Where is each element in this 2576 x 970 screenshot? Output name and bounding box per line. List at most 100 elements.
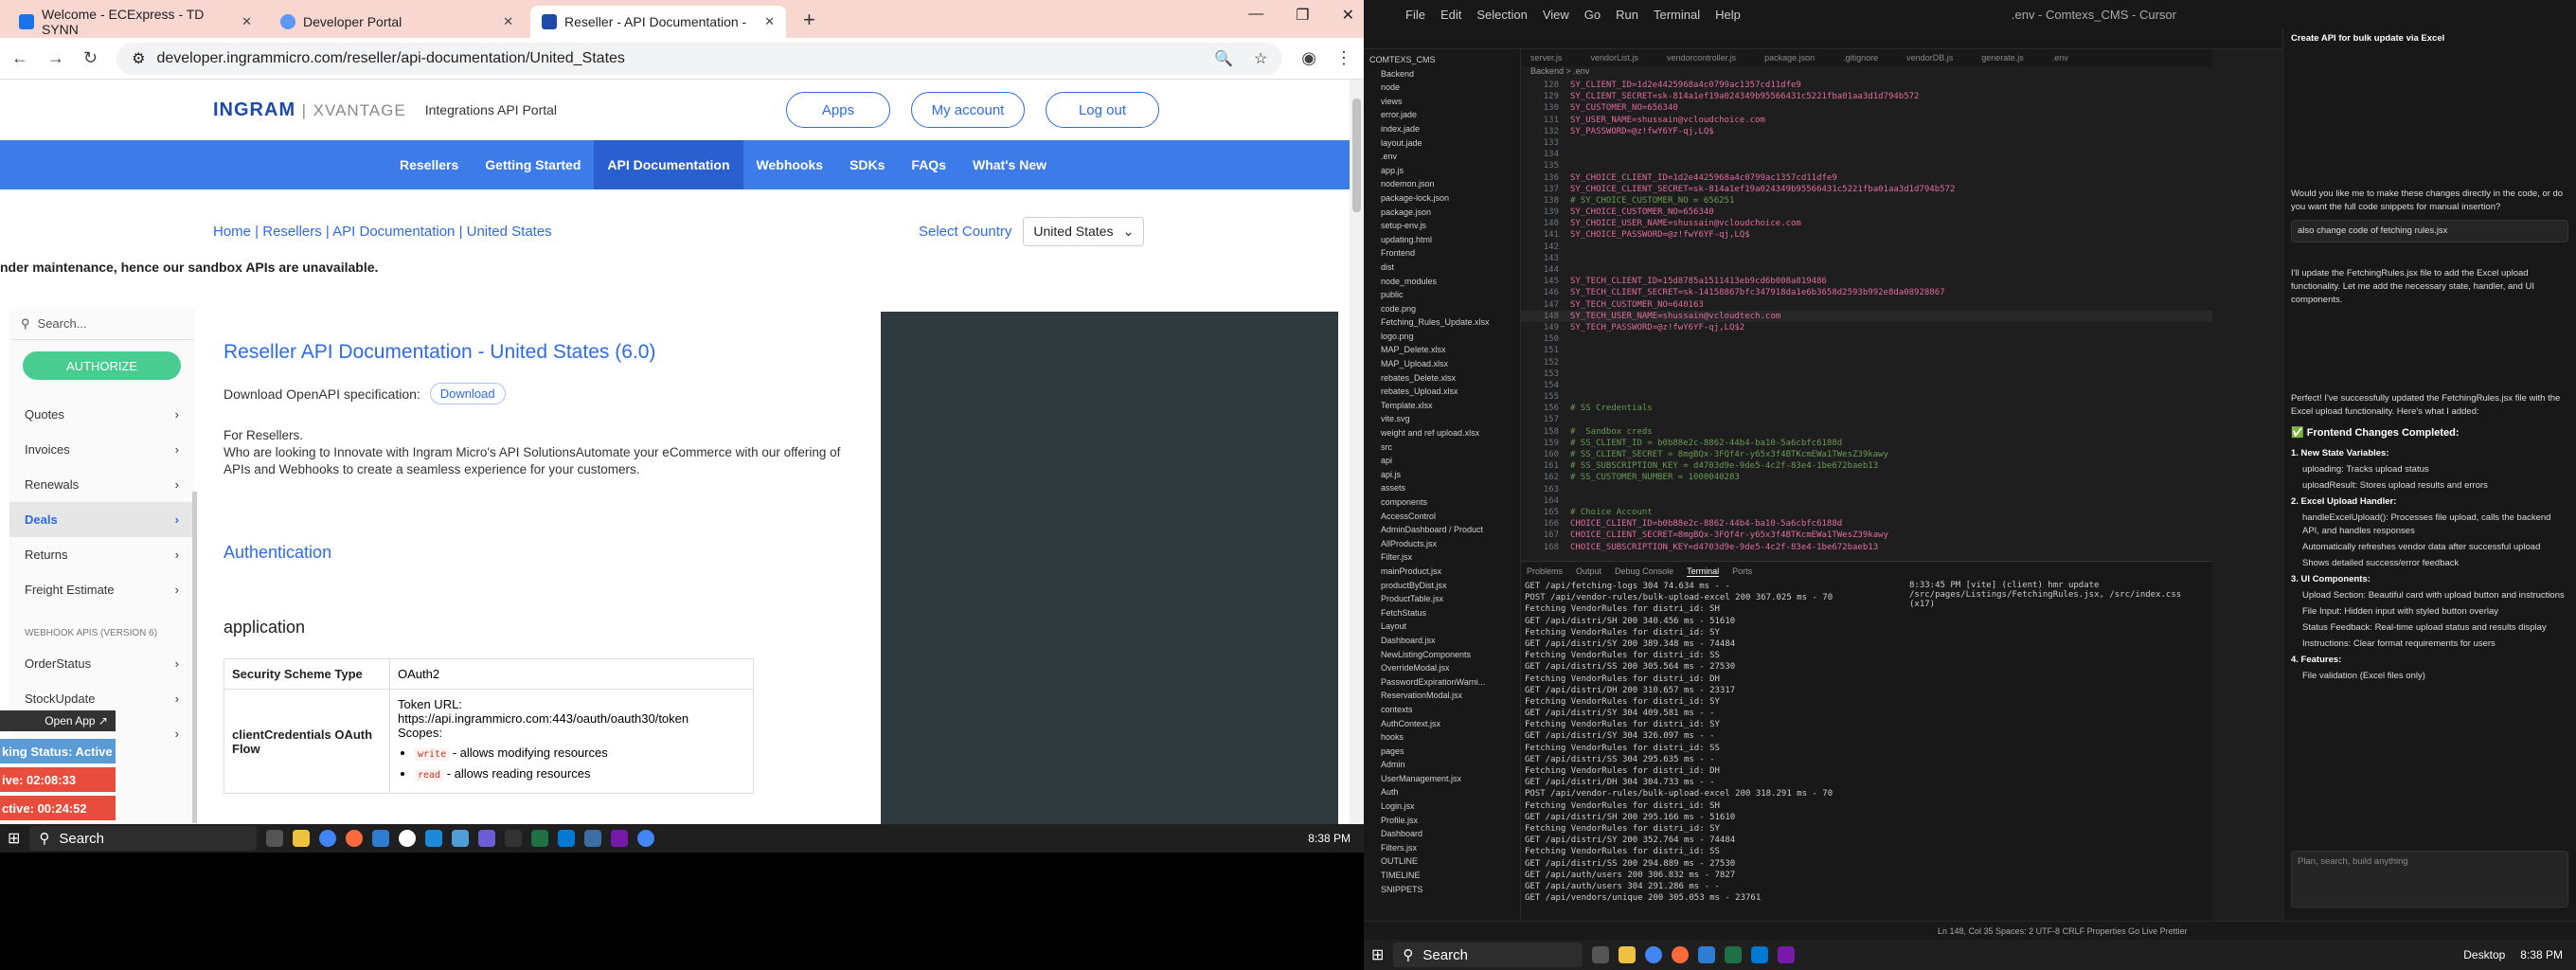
explorer-item[interactable]: Dashboard [1364,827,1520,841]
vscode-icon[interactable] [1751,946,1769,963]
sidebar-scrollbar[interactable] [192,492,197,823]
menu-go[interactable]: Go [1584,8,1601,22]
explorer-item[interactable]: Dashboard.jsx [1364,634,1520,648]
app-icon[interactable] [399,830,417,847]
explorer-item[interactable]: Frontend [1364,246,1520,260]
explorer-item[interactable]: error.jade [1364,108,1520,122]
explorer-item[interactable]: Auth [1364,785,1520,799]
app-icon[interactable] [1698,946,1716,963]
explorer-item[interactable]: FetchStatus [1364,606,1520,620]
onenote-icon[interactable] [611,830,629,847]
explorer-item[interactable]: updating.html [1364,233,1520,247]
explorer-item[interactable]: weight and ref upload.xlsx [1364,426,1520,440]
explorer-item[interactable]: Login.jsx [1364,799,1520,814]
app-icon[interactable] [452,830,470,847]
nav-sdks[interactable]: SDKs [836,140,898,189]
editor-tab[interactable]: generate.js [1981,53,2024,63]
file-explorer-icon[interactable] [293,830,311,847]
close-tab-icon[interactable]: ✕ [242,14,252,29]
nav-getting-started[interactable]: Getting Started [472,140,594,189]
back-icon[interactable]: ← [11,48,28,68]
app-icon[interactable] [372,830,390,847]
explorer-item[interactable]: .env [1364,150,1520,164]
editor-tab[interactable]: vendorList.js [1591,53,1639,63]
explorer-item[interactable]: logo.png [1364,330,1520,344]
panel-tab[interactable]: Problems [1527,566,1563,576]
menu-help[interactable]: Help [1715,8,1741,22]
log-out-button[interactable]: Log out [1046,92,1159,128]
task-view-icon[interactable] [1592,946,1610,963]
terminal-frontend[interactable]: 8:33:45 PM [vite] (client) hmr update /s… [1909,581,2193,609]
editor-tab[interactable]: package.json [1764,53,1815,63]
explorer-item[interactable]: Fetching_Rules_Update.xlsx [1364,315,1520,330]
editor-tab[interactable]: .gitignore [1843,53,1878,63]
panel-tab[interactable]: Output [1576,566,1601,576]
explorer-item[interactable]: MAP_Upload.xlsx [1364,357,1520,371]
chrome-icon[interactable] [1645,946,1663,963]
explorer-item[interactable]: node_modules [1364,275,1520,289]
explorer-item[interactable]: package.json [1364,206,1520,220]
file-explorer-icon[interactable] [1619,946,1637,963]
authorize-button[interactable]: AUTHORIZE [23,351,181,380]
explorer-item[interactable]: PasswordExpirationWarni... [1364,675,1520,690]
explorer-item[interactable]: Layout [1364,620,1520,634]
clock[interactable]: 8:38 PM [2520,948,2563,961]
firefox-icon[interactable] [1672,946,1690,963]
explorer-item[interactable]: Template.xlsx [1364,399,1520,413]
chrome-icon[interactable] [319,830,337,847]
explorer-item[interactable]: app.js [1364,164,1520,178]
sidebar-item-orderstatus[interactable]: OrderStatus › [9,646,194,681]
task-view-icon[interactable] [266,830,284,847]
menu-terminal[interactable]: Terminal [1654,8,1700,22]
terminal-backend[interactable]: GET /api/fetching-logs 304 74.634 ms - -… [1525,581,1904,904]
explorer-item[interactable]: Filters.jsx [1364,841,1520,855]
browser-tab-reseller-api[interactable]: Reseller - API Documentation - ✕ [530,6,786,38]
explorer-item[interactable]: TIMELINE [1364,869,1520,883]
page-scrollbar[interactable] [1350,80,1364,824]
windows-start-icon[interactable]: ⊞ [8,829,20,848]
explorer-item[interactable]: AllProducts.jsx [1364,537,1520,551]
explorer-item[interactable]: nodemon.json [1364,177,1520,191]
forward-icon[interactable]: → [47,48,64,68]
nav-api-documentation[interactable]: API Documentation [594,140,743,189]
explorer-item[interactable]: components [1364,495,1520,510]
explorer-item[interactable]: NewListingComponents [1364,648,1520,662]
chat-input[interactable]: Plan, search, build anything [2291,851,2568,907]
explorer-item[interactable]: api.js [1364,468,1520,482]
browser-tab-ecexpress[interactable]: Welcome - ECExpress - TD SYNN ✕ [8,6,263,38]
panel-tab[interactable]: Terminal [1687,566,1720,577]
close-tab-icon[interactable]: ✕ [503,14,513,29]
apps-button[interactable]: Apps [786,92,890,128]
editor-tab[interactable]: .env [2052,53,2068,63]
clock[interactable]: 8:38 PM [1308,832,1351,845]
editor-tab[interactable]: vendorDB.js [1906,53,1953,63]
reload-icon[interactable]: ↻ [83,48,98,68]
app-icon[interactable] [478,830,496,847]
close-window-icon[interactable]: ✕ [1342,6,1354,25]
browser-tab-developer-portal[interactable]: Developer Portal ✕ [269,6,525,38]
excel-icon[interactable] [531,830,549,847]
explorer-item[interactable]: Profile.jsx [1364,814,1520,828]
explorer-item[interactable]: ReservationModal.jsx [1364,689,1520,703]
code-editor[interactable]: server.js vendorList.js vendorcontroller.j… [1521,49,2212,561]
explorer-item[interactable]: AccessControl [1364,510,1520,524]
windows-start-icon[interactable]: ⊞ [1371,945,1384,964]
excel-icon[interactable] [1725,946,1743,963]
taskbar-search[interactable]: ⚲ Search [1393,943,1583,967]
explorer-item[interactable]: public [1364,288,1520,302]
explorer-item[interactable]: OUTLINE [1364,854,1520,869]
explorer-item[interactable]: dist [1364,260,1520,275]
explorer-item[interactable]: assets [1364,481,1520,495]
open-app-button[interactable]: Open App ↗ [0,710,116,731]
sidebar-item-freight-estimate[interactable]: Freight Estimate › [9,572,194,607]
sidebar-item-deals[interactable]: Deals › [9,502,194,537]
panel-tab[interactable]: Ports [1732,566,1752,576]
explorer-item[interactable]: rebates_Upload.xlsx [1364,385,1520,399]
sidebar-item-quotes[interactable]: Quotes › [9,397,194,432]
explorer-item[interactable]: UserManagement.jsx [1364,772,1520,786]
app-icon[interactable] [425,830,443,847]
editor-breadcrumb[interactable]: Backend > .env [1521,66,2212,80]
ingram-logo[interactable]: INGRAM | XVANTAGE [213,99,406,121]
menu-selection[interactable]: Selection [1476,8,1527,22]
sidebar-item-invoices[interactable]: Invoices › [9,432,194,467]
